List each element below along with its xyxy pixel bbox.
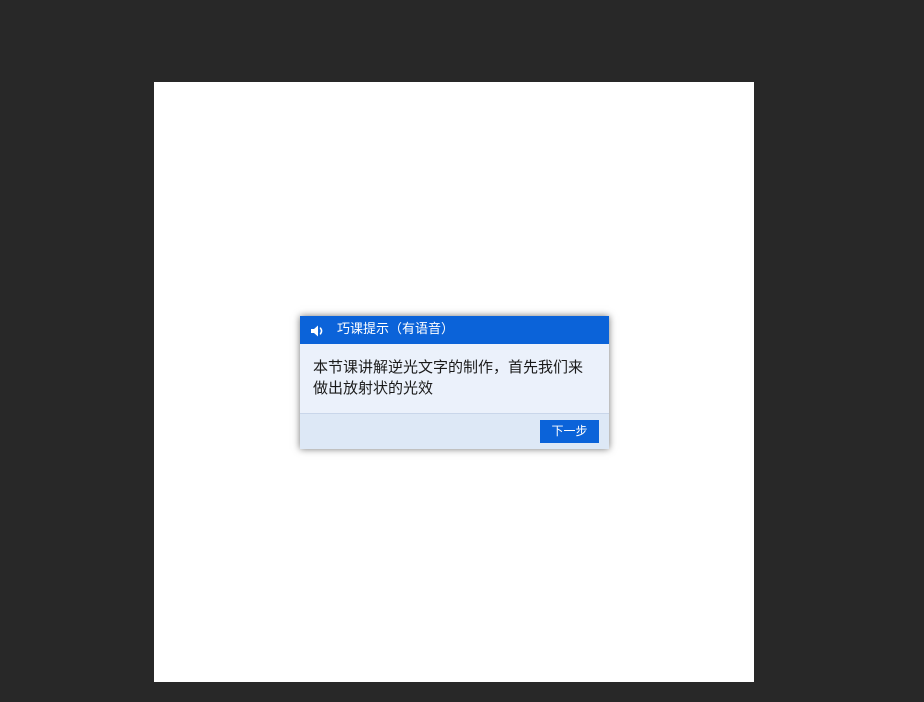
dialog-footer: 下一步 (300, 413, 609, 449)
workspace-background: 巧课提示（有语音） 本节课讲解逆光文字的制作，首先我们来做出放射状的光效 下一步 (0, 0, 924, 702)
dialog-message: 本节课讲解逆光文字的制作，首先我们来做出放射状的光效 (313, 358, 584, 397)
dialog-title: 巧课提示（有语音） (337, 322, 455, 337)
next-step-button[interactable]: 下一步 (540, 420, 599, 443)
speaker-icon[interactable] (310, 323, 326, 337)
tip-dialog: 巧课提示（有语音） 本节课讲解逆光文字的制作，首先我们来做出放射状的光效 下一步 (300, 316, 609, 449)
dialog-header: 巧课提示（有语音） (300, 316, 609, 344)
